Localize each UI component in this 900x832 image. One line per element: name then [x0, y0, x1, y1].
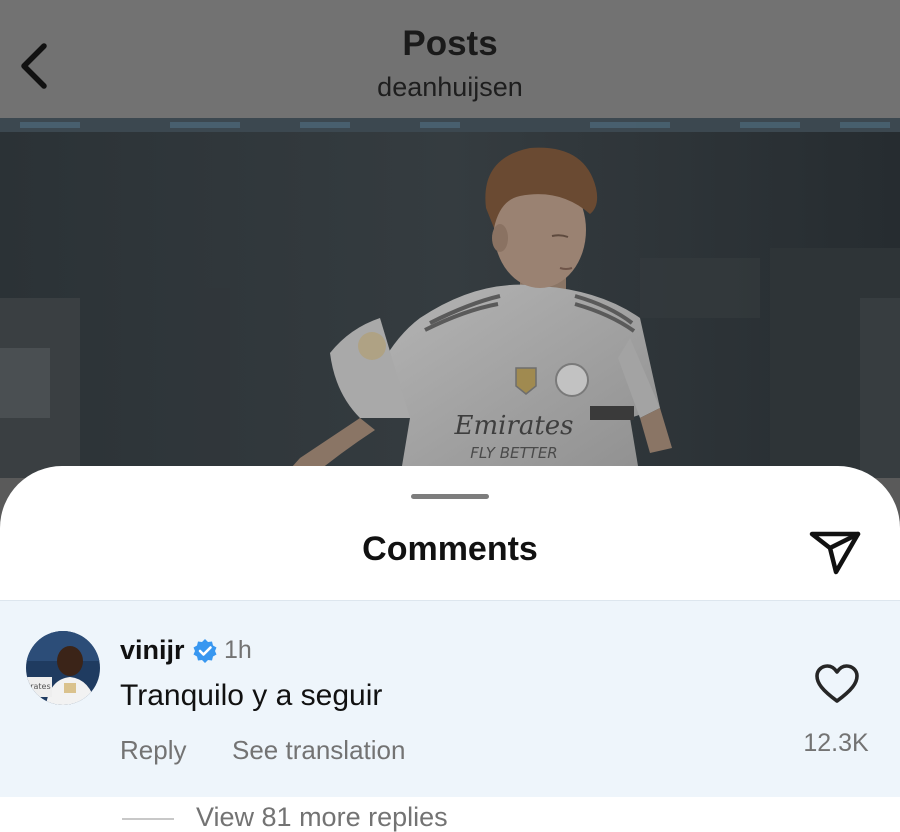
comment-text: Tranquilo y a seguir	[120, 679, 383, 712]
paper-plane-icon	[809, 531, 861, 575]
svg-text:irates: irates	[28, 682, 51, 691]
post-image[interactable]: Emirates FLY BETTER	[0, 118, 900, 478]
shirt-sponsor-tagline: FLY BETTER	[470, 444, 557, 462]
sheet-drag-handle[interactable]	[411, 494, 489, 499]
heart-outline-icon	[815, 664, 859, 703]
comments-sheet: Comments irates vinijr 1h Tranquilo y a …	[0, 466, 900, 832]
verified-badge-icon	[193, 639, 217, 663]
comments-title: Comments	[362, 530, 538, 568]
comment-username: vinijr	[120, 635, 185, 665]
view-more-replies-button[interactable]: View 81 more replies	[196, 802, 448, 832]
top-nav-bar: Posts deanhuijsen	[0, 0, 900, 118]
user-avatar-image: irates	[26, 631, 100, 705]
shirt-sponsor-text: Emirates	[453, 411, 573, 441]
like-count: 12.3K	[803, 729, 869, 757]
replies-divider-line	[122, 818, 174, 820]
player-photo: Emirates FLY BETTER	[0, 118, 900, 478]
reply-button[interactable]: Reply	[120, 735, 186, 766]
comment-item: irates vinijr 1h Tranquilo y a seguir Re…	[0, 600, 900, 797]
like-button[interactable]	[814, 663, 860, 705]
page-title: Posts	[402, 24, 498, 63]
post-author-username[interactable]: deanhuijsen	[0, 72, 900, 103]
avatar[interactable]: irates	[26, 631, 100, 705]
comment-timestamp: 1h	[224, 636, 252, 664]
share-button[interactable]	[808, 526, 864, 576]
see-translation-button[interactable]: See translation	[232, 735, 405, 766]
